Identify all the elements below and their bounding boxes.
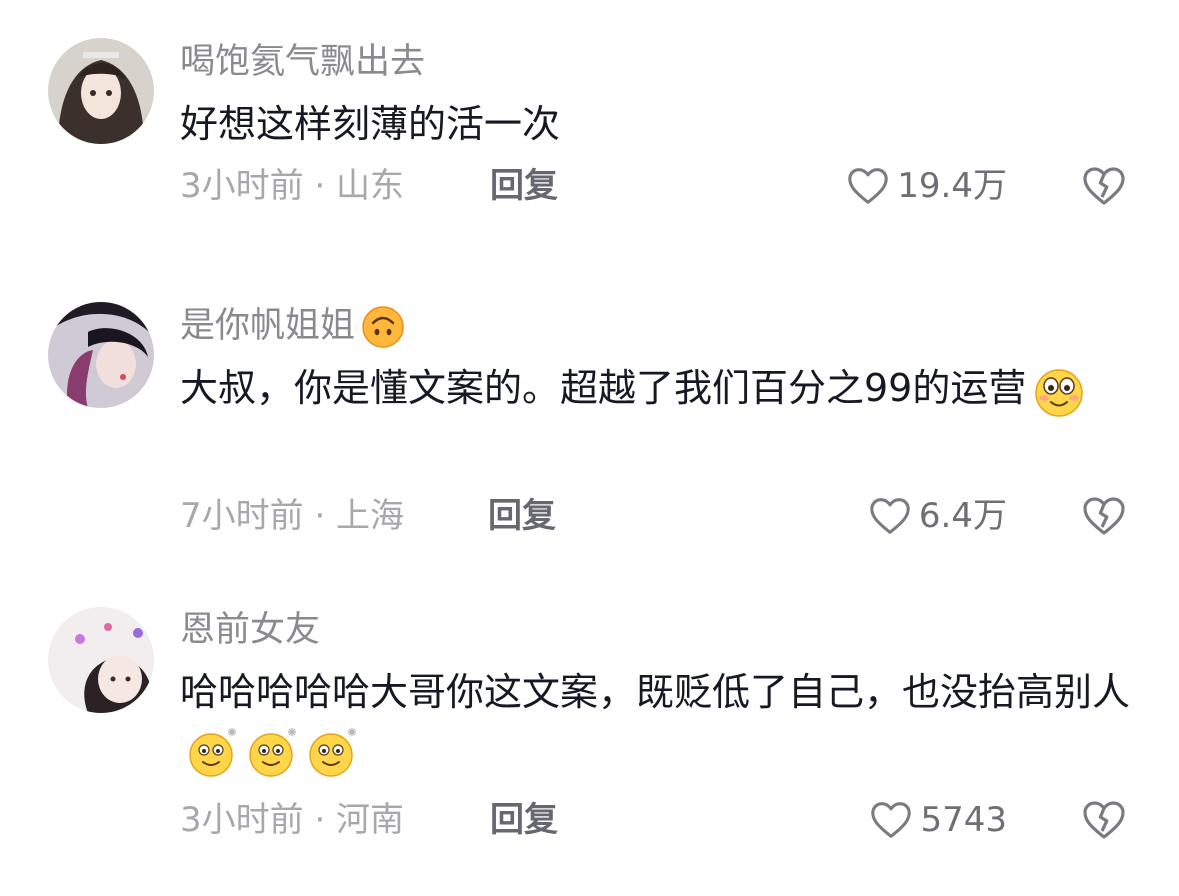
heart-outline-icon xyxy=(871,802,912,838)
sparkle-smile-emoji xyxy=(189,727,236,777)
reply-button[interactable]: 回复 xyxy=(490,798,558,842)
sparkle-smile-emoji xyxy=(249,727,296,777)
username[interactable]: 恩前女友 xyxy=(180,608,320,652)
comment-time-location: 3小时前 · 河南 xyxy=(180,800,405,840)
like-count: 5743 xyxy=(920,800,1007,840)
comment-text: 哈哈哈哈哈大哥你这文案，既贬低了自己，也没抬高别人 xyxy=(180,664,1140,778)
sparkle-smile-emoji xyxy=(309,727,356,777)
avatar[interactable] xyxy=(48,607,154,713)
broken-heart-icon[interactable] xyxy=(1080,796,1128,844)
like-button[interactable]: 5743 xyxy=(868,795,1007,845)
comment-text-content: 哈哈哈哈哈大哥你这文案，既贬低了自己，也没抬高别人 xyxy=(180,670,1131,714)
comment-item-3: 恩前女友 哈哈哈哈哈大哥你这文案，既贬低了自己，也没抬高别人 3小时前 · 河南… xyxy=(0,0,1179,896)
